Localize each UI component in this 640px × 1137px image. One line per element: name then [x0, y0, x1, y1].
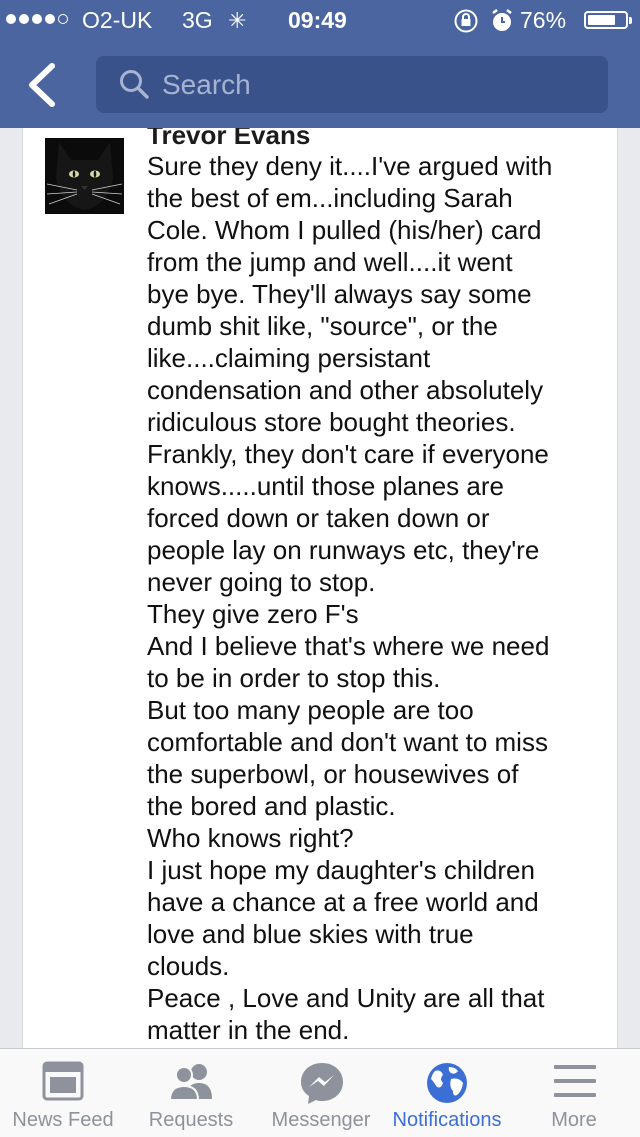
search-input[interactable] [162, 56, 582, 113]
tab-label: Requests [148, 1109, 234, 1131]
comment-author-name[interactable]: Trevor Evans [147, 128, 310, 151]
comment-line: They give zero F's [147, 599, 359, 629]
tab-label: Notifications [392, 1109, 502, 1131]
messenger-icon [301, 1063, 343, 1104]
comment-line: I just hope my daughter's children [147, 855, 535, 885]
news-feed-icon [42, 1061, 84, 1101]
menu-icon [554, 1065, 596, 1097]
friend-requests-icon [168, 1064, 212, 1101]
search-box[interactable] [96, 56, 608, 113]
tab-more[interactable]: More [508, 1049, 640, 1137]
tab-messenger[interactable]: Messenger [256, 1049, 386, 1137]
signal-strength-icon [6, 14, 68, 24]
comment-line: matter in the end. [147, 1015, 350, 1045]
comment-line: people lay on runways etc, they're [147, 535, 540, 565]
status-time: 09:49 [288, 7, 347, 33]
comment-line: never going to stop. [147, 567, 376, 597]
tab-notifications[interactable]: Notifications [386, 1049, 508, 1137]
loading-spinner-icon: ✳ [228, 8, 247, 33]
comment-line: Peace , Love and Unity are all that [147, 983, 545, 1013]
comment-line: Cole. Whom I pulled (his/her) card [147, 215, 542, 245]
tab-news-feed[interactable]: News Feed [0, 1049, 126, 1137]
comment-line: Sure they deny it....I've argued with [147, 151, 553, 181]
tab-bar: News Feed Requests Messenger Notificatio… [0, 1048, 640, 1137]
comment-line: forced down or taken down or [147, 503, 490, 533]
tab-requests[interactable]: Requests [126, 1049, 256, 1137]
carrier-name: O2-UK [82, 7, 153, 33]
chevron-left-icon [29, 63, 55, 107]
comment-line: comfortable and don't want to miss [147, 727, 548, 757]
comment-line: And I believe that's where we need [147, 631, 550, 661]
rotation-lock-icon [453, 8, 479, 40]
comment-line: have a chance at a free world and [147, 887, 539, 917]
comment-line: clouds. [147, 951, 230, 981]
comment-line: Frankly, they don't care if everyone [147, 439, 549, 469]
comment-line: to be in order to stop this. [147, 663, 441, 693]
battery-percent: 76% [520, 7, 567, 33]
comment-line: dumb shit like, "source", or the [147, 311, 498, 341]
comment-line: Who knows right? [147, 823, 354, 853]
comment-text: Sure they deny it....I've argued with the… [147, 150, 613, 1046]
tab-label: Messenger [271, 1109, 371, 1131]
comment-line: the bored and plastic. [147, 791, 396, 821]
black-cat-avatar [45, 138, 124, 214]
tab-label: News Feed [12, 1109, 114, 1131]
comment-line: ridiculous store bought theories. [147, 407, 516, 437]
network-type: 3G [182, 7, 213, 33]
battery-icon [584, 11, 632, 29]
battery-level [588, 15, 616, 25]
comment-line: bye bye. They'll always say some [147, 279, 532, 309]
comment-line: But too many people are too [147, 695, 474, 725]
author-avatar[interactable] [45, 138, 124, 214]
search-icon [120, 70, 149, 99]
status-bar: O2-UK 3G ✳ 09:49 76% [0, 0, 640, 40]
alarm-clock-icon [490, 8, 514, 40]
comment-line: knows.....until those planes are [147, 471, 504, 501]
globe-icon [427, 1063, 467, 1103]
nav-bar [0, 40, 640, 128]
comment-line: love and blue skies with true [147, 919, 474, 949]
comment-line: the best of em...including Sarah [147, 183, 513, 213]
tab-label: More [551, 1109, 597, 1131]
comment-line: from the jump and well....it went [147, 247, 513, 277]
comment-line: like....claiming persistant [147, 343, 431, 373]
comment-panel: Trevor Evans Sure they deny it....I've a… [22, 128, 618, 1050]
back-button[interactable] [18, 62, 68, 108]
comment-line: condensation and other absolutely [147, 375, 544, 405]
comment-line: the superbowl, or housewives of [147, 759, 519, 789]
